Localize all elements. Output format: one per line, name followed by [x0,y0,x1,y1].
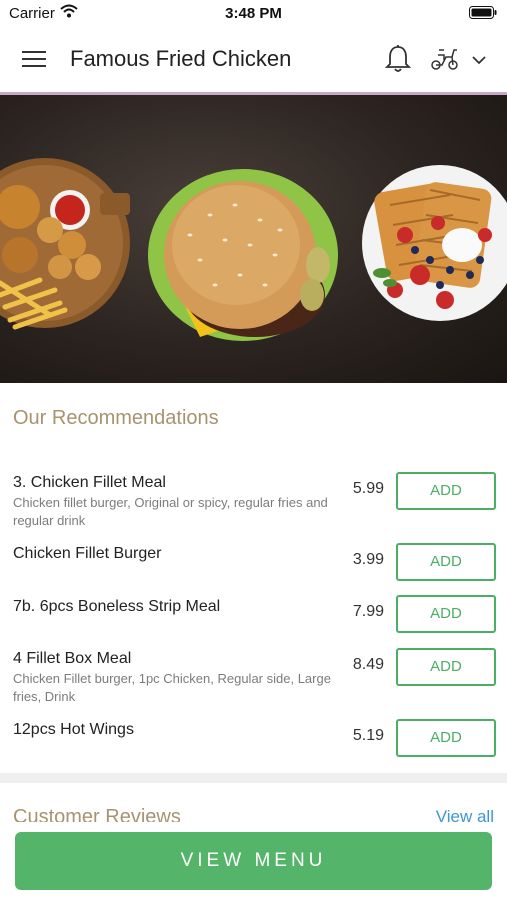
menu-item-price: 3.99 [352,551,384,568]
add-button[interactable]: ADD [396,595,496,633]
add-button[interactable]: ADD [396,648,496,686]
status-bar: Carrier 3:48 PM [0,0,507,26]
hamburger-menu-icon[interactable] [22,48,48,70]
menu-item-name: 12pcs Hot Wings [13,721,134,738]
section-divider [0,773,507,783]
menu-item-price: 5.19 [352,727,384,744]
add-button[interactable]: ADD [396,719,496,757]
menu-item-price: 7.99 [352,603,384,620]
page-title: Famous Fried Chicken [70,46,292,71]
battery-icon [469,6,497,23]
recommendations-heading: Our Recommendations [13,407,219,429]
burger [148,169,338,341]
menu-item-description: Chicken fillet burger, Original or spicy… [13,495,328,528]
menu-item-name: 7b. 6pcs Boneless Strip Meal [13,598,221,615]
menu-item-price: 5.99 [352,480,384,497]
chevron-down-icon[interactable] [472,52,486,70]
add-button[interactable]: ADD [396,543,496,581]
chicken-platter [0,158,130,330]
menu-item-description: Chicken Fillet burger, 1pc Chicken, Regu… [13,671,331,704]
menu-item-price: 8.49 [352,656,384,673]
menu-item-name: 4 Fillet Box Meal [13,650,132,667]
waffles [362,165,507,321]
menu-item-name: Chicken Fillet Burger [13,545,162,562]
menu-item-name: 3. Chicken Fillet Meal [13,474,166,491]
hero-banner [0,95,507,383]
hero-food-illustration [0,158,507,341]
clock-time: 3:48 PM [225,5,282,22]
bell-icon[interactable] [384,44,412,79]
scooter-icon[interactable] [430,46,460,77]
app-header: Famous Fried Chicken [0,26,507,95]
view-menu-button[interactable]: VIEW MENU [15,832,492,890]
add-button[interactable]: ADD [396,472,496,510]
